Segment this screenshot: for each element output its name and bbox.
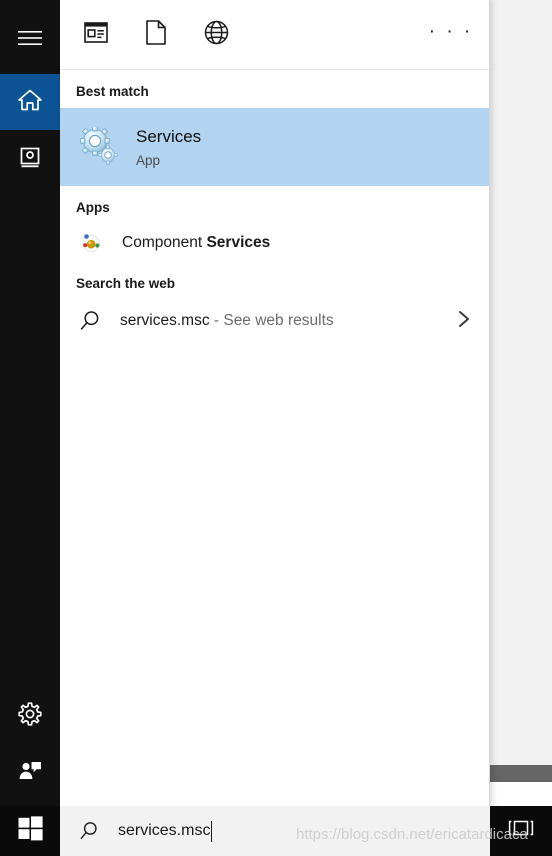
best-match-text: Services App xyxy=(136,126,201,168)
windows-logo-icon xyxy=(18,816,43,846)
taskbar-search-box[interactable]: services.msc xyxy=(60,806,490,856)
more-options-button[interactable]: · · · xyxy=(427,11,475,59)
document-icon xyxy=(146,19,166,50)
best-match-result[interactable]: Services App xyxy=(60,108,489,186)
section-header-apps: Apps xyxy=(76,200,110,215)
gear-icon xyxy=(17,701,43,732)
sidebar-item-menu[interactable] xyxy=(0,12,60,68)
section-header-best-match: Best match xyxy=(76,84,149,99)
start-button[interactable] xyxy=(0,806,60,856)
search-results-panel: · · · Best match Services App Apps Compo… xyxy=(60,0,490,806)
task-view-icon xyxy=(507,817,535,846)
apps-window-icon xyxy=(84,21,108,48)
web-result-query: services.msc xyxy=(120,312,210,329)
home-icon xyxy=(17,88,43,117)
app-result-prefix: Component xyxy=(122,234,207,251)
section-header-search-the-web: Search the web xyxy=(76,276,176,291)
sidebar-item-home[interactable] xyxy=(0,74,60,130)
feedback-person-icon xyxy=(17,758,43,787)
globe-icon xyxy=(204,20,229,50)
best-match-title: Services xyxy=(136,127,202,147)
sidebar-item-settings[interactable] xyxy=(0,688,60,744)
start-menu-rail xyxy=(0,0,60,806)
chevron-right-icon[interactable] xyxy=(457,309,471,334)
app-result-label: Component Services xyxy=(122,234,270,252)
app-result-component-services[interactable]: Component Services xyxy=(60,224,489,262)
filter-documents-button[interactable] xyxy=(132,11,180,59)
text-caret xyxy=(211,820,213,842)
desktop-window-strip xyxy=(490,765,552,782)
filter-apps-button[interactable] xyxy=(72,11,120,59)
search-filter-toolbar: · · · xyxy=(60,0,489,70)
task-view-button[interactable] xyxy=(490,806,552,856)
gears-services-icon xyxy=(80,126,120,167)
search-input-value: services.msc xyxy=(118,822,211,839)
desktop-window-body xyxy=(490,782,552,806)
sidebar-item-library[interactable] xyxy=(0,132,60,188)
hamburger-menu-icon xyxy=(18,30,42,51)
search-icon xyxy=(74,820,104,842)
windows-search-screen: · · · Best match Services App Apps Compo… xyxy=(0,0,552,856)
web-result-row[interactable]: services.msc - See web results xyxy=(60,300,489,342)
web-result-label: services.msc - See web results xyxy=(120,312,457,330)
library-icon xyxy=(18,146,42,175)
app-result-match: Services xyxy=(206,234,271,251)
search-input-wrapper[interactable]: services.msc xyxy=(118,806,213,856)
search-icon xyxy=(78,309,102,333)
desktop-background xyxy=(490,0,552,782)
component-services-icon xyxy=(80,232,102,254)
filter-web-button[interactable] xyxy=(192,11,240,59)
best-match-subtitle: App xyxy=(136,152,161,168)
sidebar-item-feedback[interactable] xyxy=(0,744,60,800)
web-result-suffix: - See web results xyxy=(209,312,334,329)
